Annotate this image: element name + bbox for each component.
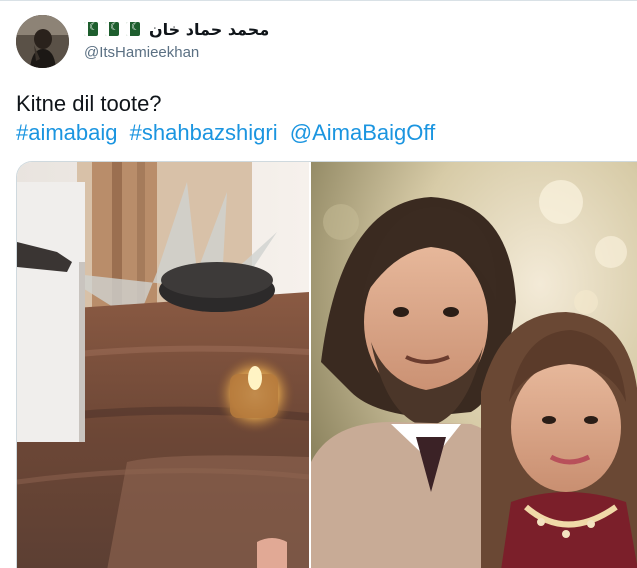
- media-photo-table-candle[interactable]: [17, 162, 309, 568]
- media-photo-couple[interactable]: [309, 162, 637, 568]
- pakistan-flag-icon: [126, 21, 140, 36]
- tweet-header: محمد حماد خان @ItsHamieekhan: [84, 17, 444, 67]
- user-handle[interactable]: @ItsHamieekhan: [84, 44, 199, 61]
- mention-link[interactable]: @AimaBaigOff: [290, 120, 435, 145]
- tweet-card[interactable]: محمد حماد خان @ItsHamieekhan Kitne dil t…: [0, 0, 637, 568]
- name-row[interactable]: محمد حماد خان: [84, 17, 269, 41]
- pakistan-flag-icon: [84, 21, 98, 36]
- avatar[interactable]: [16, 15, 69, 68]
- tweet-text: Kitne dil toote?: [16, 91, 162, 116]
- hashtag-link[interactable]: #aimabaig: [16, 120, 118, 145]
- tweet-media[interactable]: [16, 161, 637, 568]
- hashtag-row: #aimabaig #shahbazshigri @AimaBaigOff: [16, 118, 616, 147]
- display-name[interactable]: محمد حماد خان: [149, 20, 269, 39]
- tweet-body: Kitne dil toote? #aimabaig #shahbazshigr…: [16, 89, 616, 147]
- pakistan-flag-icon: [105, 21, 119, 36]
- hashtag-link[interactable]: #shahbazshigri: [130, 120, 278, 145]
